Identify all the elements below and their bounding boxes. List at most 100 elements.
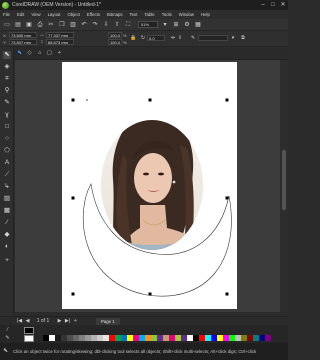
copy-icon[interactable]: ❐ — [58, 21, 66, 29]
menu-object[interactable]: Object — [68, 12, 80, 17]
first-page-button[interactable]: |◀ — [16, 318, 23, 325]
menu-layout[interactable]: Layout — [48, 12, 61, 17]
menu-bitmaps[interactable]: Bitmaps — [107, 12, 123, 17]
color-palette: ⁄ ✎ — [0, 325, 288, 343]
y-label: Y: — [3, 40, 7, 45]
document-tab-strip: ⬉ ◇ ⌂ ▢ + — [0, 47, 288, 60]
options-gear-icon[interactable]: ⚙ — [183, 21, 191, 29]
welcome-icon[interactable]: ⌂ — [36, 50, 43, 57]
ellipse-tool-icon[interactable]: ○ — [3, 135, 11, 143]
rotation-icon: ↻ — [140, 35, 146, 41]
next-page-button[interactable]: ▶ — [56, 318, 63, 325]
print-icon[interactable]: ⎙ — [36, 21, 44, 29]
lock-ratio-icon[interactable]: 🔒 — [130, 35, 136, 41]
drop-shadow-tool-icon[interactable]: ▨ — [3, 195, 11, 203]
to-front-icon[interactable]: ⧉ — [240, 35, 246, 41]
rotation-field[interactable]: 0.0 — [147, 35, 165, 41]
width-field[interactable]: 77.337 mm — [46, 32, 74, 38]
close-button[interactable]: ✕ — [278, 0, 288, 10]
undo-icon[interactable]: ↶ — [80, 21, 88, 29]
menu-bar: File Edit View Layout Object Effects Bit… — [0, 10, 288, 19]
page-marker — [86, 99, 88, 101]
add-page-button[interactable]: + — [72, 318, 79, 325]
maximize-button[interactable]: □ — [268, 0, 278, 10]
color-eyedropper-tool-icon[interactable]: ⁄ — [3, 219, 11, 227]
text-tool-icon[interactable]: A — [3, 159, 11, 167]
vertical-scrollbar[interactable] — [280, 60, 288, 312]
connector-tool-icon[interactable]: ↳ — [3, 183, 11, 191]
toolbox: ⬉ ◈ ⌗ ⚲ ✎ ɣ □ ○ ⬠ A ⟋ ↳ ▨ ▩ ⁄ ◆ ◐ + — [0, 47, 14, 322]
last-page-button[interactable]: ▶| — [64, 318, 71, 325]
freehand-tool-icon[interactable]: ✎ — [3, 99, 11, 107]
menu-tools[interactable]: Tools — [162, 12, 172, 17]
menu-file[interactable]: File — [3, 12, 10, 17]
shape-tool-icon[interactable]: ◇ — [26, 50, 33, 57]
shape-tool-icon[interactable]: ◈ — [3, 63, 11, 71]
palette-swatches — [43, 335, 271, 341]
outline-pen-icon[interactable]: ✎ — [190, 35, 196, 41]
minimize-button[interactable]: – — [258, 0, 268, 10]
artistic-media-tool-icon[interactable]: ɣ — [3, 111, 11, 119]
drawing-layer — [71, 98, 232, 297]
portrait-photo[interactable] — [95, 112, 210, 255]
polygon-tool-icon[interactable]: ⬠ — [3, 147, 11, 155]
cut-icon[interactable]: ✂ — [47, 21, 55, 29]
menu-table[interactable]: Table — [144, 12, 154, 17]
export-icon[interactable]: ⇧ — [113, 21, 121, 29]
add-tool-icon[interactable]: + — [3, 257, 11, 265]
open-icon[interactable]: ▤ — [14, 21, 22, 29]
page-tab[interactable]: Page 1 — [96, 318, 120, 325]
scrollbar-thumb[interactable] — [282, 150, 286, 210]
scale-y-unit: % — [123, 40, 127, 45]
import-icon[interactable]: ⇩ — [102, 21, 110, 29]
width-icon: ↔ — [39, 32, 45, 38]
mirror-horizontal-icon[interactable]: ⇹ — [170, 35, 176, 41]
x-label: X: — [3, 33, 7, 38]
menu-effects[interactable]: Effects — [87, 12, 100, 17]
smart-fill-tool-icon[interactable]: ◐ — [3, 243, 11, 251]
pick-tool-icon[interactable]: ⬉ — [16, 50, 23, 57]
launch-icon[interactable]: ▦ — [194, 21, 202, 29]
pen-icon[interactable]: ✎ — [4, 335, 11, 342]
outline-color-indicator[interactable] — [24, 335, 34, 342]
zoom-tool-icon[interactable]: ⚲ — [3, 87, 11, 95]
prev-page-button[interactable]: ◀ — [24, 318, 31, 325]
pick-tool-icon[interactable]: ⬉ — [3, 51, 11, 59]
zoom-level-field[interactable]: 51% — [138, 21, 158, 28]
chevron-down-icon[interactable]: ▾ — [230, 35, 236, 41]
rectangle-tool-icon[interactable]: □ — [3, 123, 11, 131]
eyedropper-icon[interactable]: ⁄ — [4, 327, 11, 334]
drawing-canvas[interactable] — [15, 60, 288, 312]
menu-view[interactable]: View — [31, 12, 40, 17]
scale-x-field[interactable]: 100.0 — [108, 32, 122, 38]
transparency-tool-icon[interactable]: ▩ — [3, 207, 11, 215]
menu-text[interactable]: Text — [130, 12, 138, 17]
height-icon: ↕ — [40, 39, 44, 45]
color-swatch[interactable] — [265, 335, 271, 341]
new-tab-icon[interactable]: + — [56, 50, 63, 57]
scale-y-field[interactable]: 100.0 — [108, 39, 122, 45]
mirror-vertical-icon[interactable]: ⇳ — [177, 35, 183, 41]
y-position-field[interactable]: 73.507 mm — [9, 39, 37, 45]
fill-color-indicator[interactable] — [24, 327, 34, 334]
snap-icon[interactable]: ⊞ — [172, 21, 180, 29]
full-screen-icon[interactable]: ⛶ — [124, 21, 132, 29]
new-icon[interactable]: ▭ — [3, 21, 11, 29]
paste-icon[interactable]: ▥ — [69, 21, 77, 29]
page-count: 1 of 1 — [36, 318, 50, 324]
outline-width-field[interactable] — [198, 35, 228, 41]
chevron-down-icon[interactable]: ▾ — [161, 21, 169, 29]
interactive-fill-tool-icon[interactable]: ◆ — [3, 231, 11, 239]
save-icon[interactable]: ▣ — [25, 21, 33, 29]
status-bar: ⬉ Click an object twice for rotating/ske… — [0, 343, 288, 360]
crop-tool-icon[interactable]: ⌗ — [3, 75, 11, 83]
x-position-field[interactable]: 73.505 mm — [9, 32, 37, 38]
page-navigator: |◀ ◀ 1 of 1 ▶ ▶| + Page 1 — [0, 316, 288, 325]
parallel-dimension-tool-icon[interactable]: ⟋ — [3, 171, 11, 179]
menu-edit[interactable]: Edit — [17, 12, 24, 17]
menu-window[interactable]: Window — [179, 12, 194, 17]
redo-icon[interactable]: ↷ — [91, 21, 99, 29]
height-field[interactable]: 68.573 mm — [46, 39, 74, 45]
document-icon[interactable]: ▢ — [46, 50, 53, 57]
menu-help[interactable]: Help — [201, 12, 210, 17]
